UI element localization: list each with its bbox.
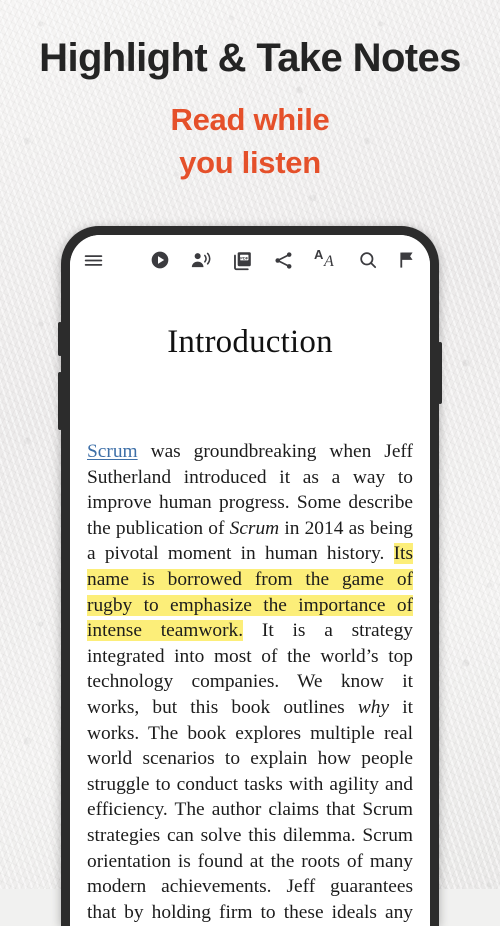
text-size-large-a: A	[324, 253, 334, 270]
promo-subtitle-line-2: you listen	[179, 144, 321, 180]
phone-screen: PDF A A Introduction Scrum was groundbre…	[70, 235, 430, 926]
play-icon[interactable]	[150, 250, 170, 270]
chapter-title: Introduction	[167, 324, 333, 360]
phone-side-button-volume-up[interactable]	[58, 322, 62, 356]
page-title: Highlight & Take Notes	[39, 36, 461, 80]
text-size-icon[interactable]: A A	[314, 247, 338, 271]
paragraph-italic-why: why	[357, 696, 390, 718]
promo-subtitle-line-1: Read while	[170, 102, 330, 137]
share-icon[interactable]	[273, 250, 294, 271]
svg-text:PDF: PDF	[240, 255, 249, 260]
phone-mockup: PDF A A Introduction Scrum was groundbre…	[58, 226, 442, 926]
pdf-icon[interactable]: PDF	[232, 250, 253, 271]
promo-subtitle: Read while you listen	[0, 99, 500, 185]
paragraph-segment-4: it works. The book explores multiple rea…	[87, 696, 413, 923]
toolbar-actions: PDF A A	[150, 247, 417, 271]
search-icon[interactable]	[358, 250, 378, 270]
promo-headline-block: Highlight & Take Notes Read while you li…	[0, 0, 500, 185]
book-page: Introduction Scrum was groundbreaking wh…	[70, 281, 430, 926]
book-paragraph[interactable]: Scrum was groundbreaking when Jeff Suthe…	[87, 361, 413, 926]
bookmark-flag-icon[interactable]	[398, 250, 417, 270]
reader-toolbar: PDF A A	[70, 235, 430, 281]
phone-side-button-power[interactable]	[438, 342, 442, 404]
scrum-link[interactable]: Scrum	[87, 441, 138, 462]
menu-icon[interactable]	[83, 250, 104, 271]
read-aloud-icon[interactable]	[190, 250, 212, 270]
phone-side-button-volume-down[interactable]	[58, 372, 62, 430]
text-size-small-a: A	[314, 247, 324, 262]
paragraph-italic-scrum: Scrum	[229, 517, 280, 539]
